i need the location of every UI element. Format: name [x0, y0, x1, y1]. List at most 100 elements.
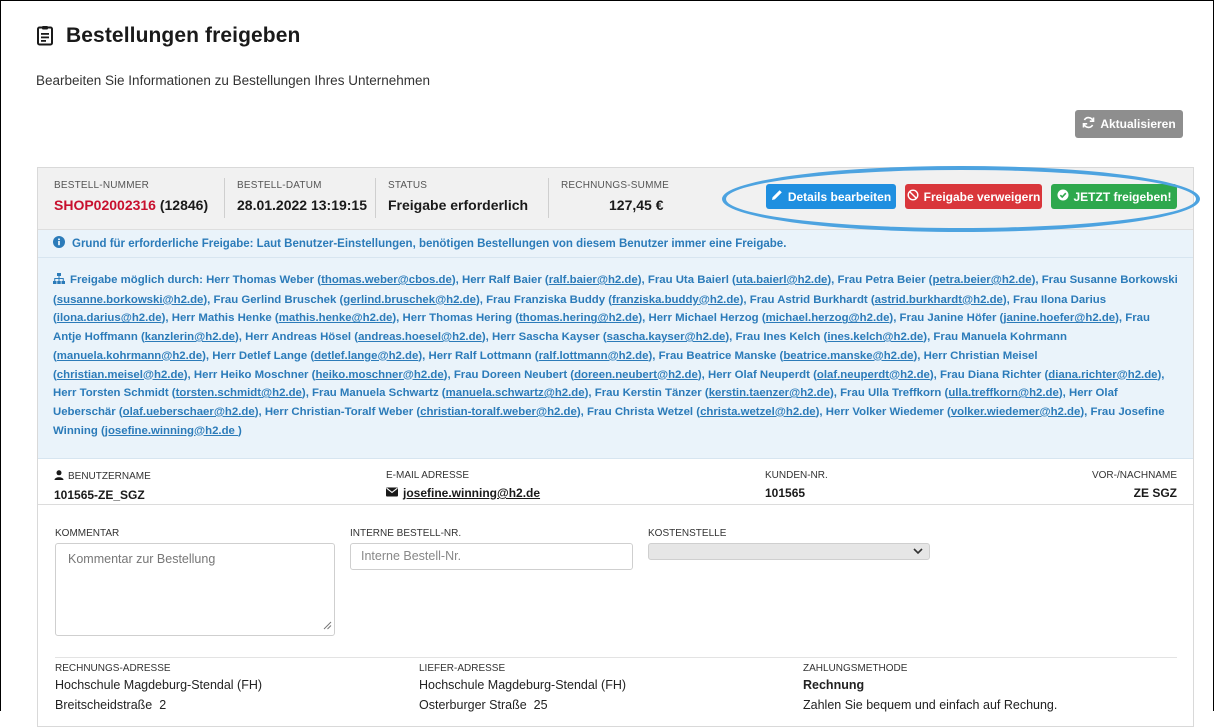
approver-name: Herr Ralf Baier	[461, 274, 542, 286]
customer-number-label: KUNDEN-NR.	[765, 470, 828, 481]
approver-name: Frau Ulla Treffkorn	[840, 387, 942, 400]
page-subtitle: Bearbeiten Sie Informationen zu Bestellu…	[36, 73, 430, 88]
approver-email-link[interactable]: susanne.borkowski@h2.de	[57, 294, 204, 306]
approver-email-link[interactable]: thomas.hering@h2.de	[519, 312, 638, 324]
resize-handle-icon[interactable]	[323, 619, 332, 633]
approver-email-link[interactable]: ralf.baier@h2.de	[549, 274, 638, 286]
approver-name: Frau Ilona Darius	[1013, 293, 1107, 306]
approver-email-link[interactable]: ralf.lottmann@h2.de	[539, 350, 649, 362]
approver-email-link[interactable]: manuela.kohrmann@h2.de	[57, 350, 202, 362]
approver-item: Herr Sascha Kayser (sascha.kayser@h2.de)…	[492, 331, 733, 344]
order-sum-label: RECHNUNGS-SUMME	[561, 180, 669, 191]
envelope-icon	[386, 486, 398, 500]
approver-name: Frau Janine Höfer	[899, 312, 997, 325]
approver-email-link[interactable]: gerlind.bruschek@h2.de	[343, 294, 476, 306]
payment-method-description: Zahlen Sie bequem und einfach auf Rechun…	[803, 698, 1058, 712]
page-title: Bestellungen freigeben	[66, 24, 301, 47]
customer-number-field: KUNDEN-NR. 101565	[765, 470, 828, 500]
approver-name: Herr Christian-Toralf Weber	[264, 405, 414, 418]
approver-email-link[interactable]: beatrice.manske@h2.de	[783, 350, 913, 362]
approver-item: Frau Franziska Buddy (franziska.buddy@h2…	[486, 293, 747, 306]
approver-email-link[interactable]: petra.beier@h2.de	[932, 274, 1031, 286]
approver-name: Herr Andreas Hösel	[245, 331, 352, 344]
document-list-icon	[36, 26, 54, 46]
approver-email-link[interactable]: detlef.lange@h2.de	[314, 350, 418, 362]
internal-order-input[interactable]: Interne Bestell-Nr.	[350, 543, 633, 570]
approver-email-link[interactable]: manuela.schwartz@h2.de	[446, 387, 585, 399]
username-label: BENUTZERNAME	[68, 471, 151, 482]
approver-email-link[interactable]: christian.meisel@h2.de	[57, 369, 184, 381]
user-info-row: BENUTZERNAME 101565-ZE_SGZ E-MAIL ADRESS…	[38, 460, 1193, 505]
order-number-field: BESTELL-NUMMER SHOP02002316 (12846)	[54, 180, 208, 213]
full-name-value: ZE SGZ	[1133, 486, 1177, 500]
approver-name: Frau Susanne Borkowski	[1041, 274, 1178, 286]
payment-method-label: ZAHLUNGSMETHODE	[803, 663, 908, 674]
approver-name: Frau Franziska Buddy	[486, 293, 606, 306]
order-sum-field: RECHNUNGS-SUMME 127,45 €	[548, 178, 669, 218]
full-name-label: VOR-/NACHNAME	[1091, 470, 1177, 481]
approver-name: Frau Manuela Schwartz	[312, 387, 439, 400]
cost-center-select[interactable]	[648, 543, 930, 560]
approver-item: Frau Beatrice Manske (beatrice.manske@h2…	[658, 349, 921, 362]
approver-name: Frau Doreen Neubert	[453, 368, 568, 381]
refresh-button[interactable]: Aktualisieren	[1075, 110, 1183, 138]
approval-reason-box: Grund für erforderliche Freigabe: Laut B…	[38, 230, 1193, 258]
approver-email-link[interactable]: kanzlerin@h2.de	[145, 331, 235, 343]
approver-email-link[interactable]: ines.kelch@h2.de	[827, 331, 923, 343]
approver-name: Frau Petra Beier	[837, 274, 926, 286]
approver-name: Herr Detlef Lange	[212, 349, 308, 362]
approver-name: Frau Diana Richter	[940, 368, 1042, 381]
approver-name: Frau Uta Baierl	[647, 274, 729, 286]
approver-email-link[interactable]: torsten.schmidt@h2.de	[176, 387, 302, 399]
approver-email-link[interactable]: volker.wiedemer@h2.de	[951, 406, 1081, 418]
approvers-intro: Freigabe möglich durch:	[70, 274, 203, 286]
email-label: E-MAIL ADRESSE	[386, 470, 469, 481]
approver-email-link[interactable]: franziska.buddy@h2.de	[612, 294, 740, 306]
approver-email-link[interactable]: ilona.darius@h2.de	[57, 312, 162, 324]
approver-email-link[interactable]: uta.baierl@h2.de	[736, 274, 828, 286]
approver-item: Frau Manuela Schwartz (manuela.schwartz@…	[312, 387, 592, 400]
approver-item: Frau Petra Beier (petra.beier@h2.de),	[837, 274, 1039, 286]
approver-email-link[interactable]: kerstin.taenzer@h2.de	[709, 387, 830, 399]
approver-email-link[interactable]: josefine.winning@h2.de	[105, 425, 238, 437]
approver-email-link[interactable]: janine.hoefer@h2.de	[1003, 312, 1115, 324]
approver-email-link[interactable]: christa.wetzel@h2.de	[700, 406, 816, 418]
delivery-address-line1: Hochschule Magdeburg-Stendal (FH)	[419, 678, 627, 692]
billing-address-label: RECHNUNGS-ADRESSE	[55, 663, 171, 674]
comment-placeholder: Kommentar zur Bestellung	[68, 552, 216, 566]
approver-email-link[interactable]: doreen.neubert@h2.de	[574, 369, 698, 381]
approver-item: Frau Uta Baierl (uta.baierl@h2.de),	[647, 274, 835, 286]
delivery-address-line2: Osterburger Straße 25	[419, 698, 548, 712]
approver-item: Frau Ulla Treffkorn (ulla.treffkorn@h2.d…	[840, 387, 1066, 400]
approver-email-link[interactable]: mathis.henke@h2.de	[279, 312, 393, 324]
email-link[interactable]: josefine.winning@h2.de	[403, 486, 540, 500]
delivery-address-label: LIEFER-ADRESSE	[419, 663, 506, 674]
approver-email-link[interactable]: astrid.burkhardt@h2.de	[875, 294, 1003, 306]
approver-email-link[interactable]: thomas.weber@cbos.de	[321, 274, 452, 286]
comment-textarea[interactable]: Kommentar zur Bestellung	[55, 543, 335, 636]
approver-name: Herr Mathis Henke	[171, 312, 272, 325]
approver-item: Herr Andreas Hösel (andreas.hoesel@h2.de…	[245, 331, 489, 344]
approver-item: Frau Janine Höfer (janine.hoefer@h2.de),	[899, 312, 1123, 325]
approver-email-link[interactable]: christian-toralf.weber@h2.de	[420, 406, 577, 418]
approver-item: Herr Thomas Hering (thomas.hering@h2.de)…	[402, 312, 646, 325]
approver-item: Frau Astrid Burkhardt (astrid.burkhardt@…	[749, 293, 1010, 306]
approver-email-link[interactable]: diana.richter@h2.de	[1048, 369, 1157, 381]
user-icon	[54, 470, 64, 483]
approver-email-link[interactable]: sascha.kayser@h2.de	[607, 331, 726, 343]
approver-item: Frau Doreen Neubert (doreen.neubert@h2.d…	[453, 368, 705, 381]
info-icon	[53, 235, 65, 253]
approver-email-link[interactable]: heiko.moschner@h2.de	[315, 369, 443, 381]
approver-email-link[interactable]: olaf.ueberschaer@h2.de	[123, 406, 255, 418]
section-divider	[55, 657, 1177, 658]
approver-email-link[interactable]: ulla.treffkorn@h2.de	[948, 387, 1058, 399]
approver-item: Herr Thomas Weber (thomas.weber@cbos.de)…	[206, 274, 459, 286]
customer-number-value: 101565	[765, 486, 806, 500]
approver-item: Herr Michael Herzog (michael.herzog@h2.d…	[648, 312, 897, 325]
approver-name: Herr Christian Meisel	[923, 349, 1038, 362]
approver-email-link[interactable]: andreas.hoesel@h2.de	[358, 331, 482, 343]
approver-email-link[interactable]: michael.herzog@h2.de	[766, 312, 890, 324]
approver-email-link[interactable]: olaf.neuperdt@h2.de	[817, 369, 930, 381]
order-number[interactable]: SHOP02002316	[54, 197, 156, 213]
internal-order-placeholder: Interne Bestell-Nr.	[361, 549, 462, 563]
